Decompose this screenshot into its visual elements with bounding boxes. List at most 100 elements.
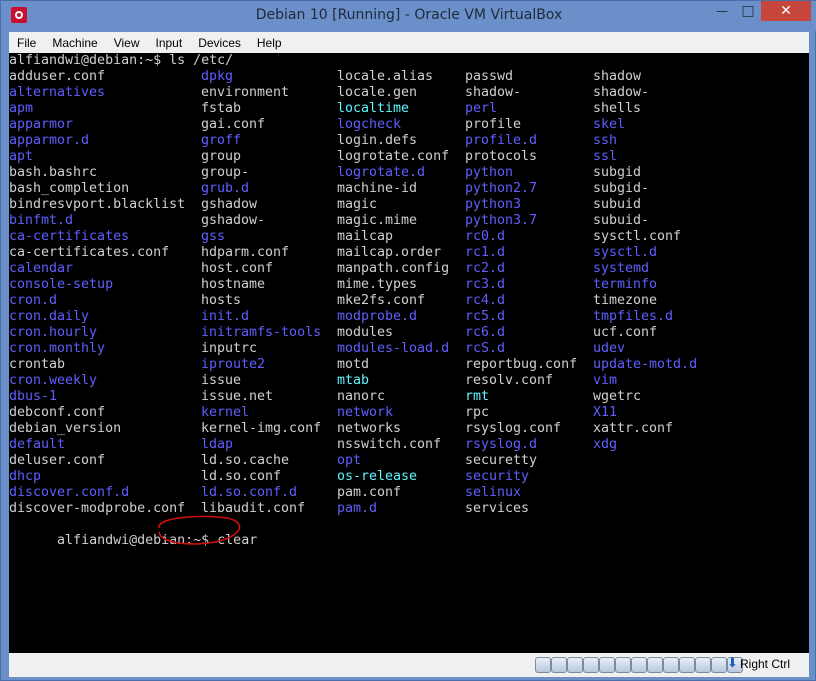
listing-entry: rc2.d [465,261,506,276]
listing-entry: magic [337,197,378,212]
listing-entry: update-motd.d [593,357,698,372]
menu-machine[interactable]: Machine [44,36,105,50]
network-icon[interactable] [583,657,599,673]
listing-entry: wgetrc [593,389,642,404]
menu-devices[interactable]: Devices [190,36,249,50]
listing-entry: apm [9,101,34,116]
listing-entry: passwd [465,69,514,84]
listing-entry: initramfs-tools [201,325,322,340]
listing-entry: X11 [593,405,618,420]
listing-entry: timezone [593,293,658,308]
listing-entry: bash.bashrc [9,165,98,180]
minimize-button[interactable]: — [709,1,735,21]
display-icon[interactable] [631,657,647,673]
listing-entry: issue.net [201,389,274,404]
listing-entry: fstab [201,101,242,116]
listing-entry: init.d [201,309,250,324]
typed-command: clear [217,533,258,548]
vm-display-terminal[interactable]: alfiandwi@debian:~$ ls /etc/ adduser.con… [9,53,809,653]
listing-entry: protocols [465,149,538,164]
listing-entry: ld.so.conf.d [201,485,298,500]
listing-entry: shadow- [465,85,522,100]
listing-entry: vim [593,373,618,388]
keyboard-icon[interactable] [695,657,711,673]
cpu-icon[interactable] [663,657,679,673]
listing-entry: nsswitch.conf [337,437,442,452]
listing-entry: rc6.d [465,325,506,340]
host-key-label: Right Ctrl [740,657,791,671]
listing-entry: ssl [593,149,618,164]
listing-entry: discover-modprobe.conf [9,501,186,516]
listing-entry: rc0.d [465,229,506,244]
listing-entry: calendar [9,261,74,276]
listing-entry: locale.gen [337,85,418,100]
optical-drive-icon[interactable] [551,657,567,673]
listing-entry: dpkg [201,69,234,84]
video-capture-icon[interactable] [647,657,663,673]
listing-entry: pam.d [337,501,378,516]
shared-folders-icon[interactable] [615,657,631,673]
listing-entry: kernel-img.conf [201,421,322,436]
listing-entry: binfmt.d [9,213,74,228]
listing-entry: group [201,149,242,164]
listing-entry: os-release [337,469,418,484]
listing-entry: subuid [593,197,642,212]
listing-entry: machine-id [337,181,418,196]
listing-entry: issue [201,373,242,388]
window-title: Debian 10 [Running] - Oracle VM VirtualB… [255,7,563,23]
hard-disk-icon[interactable] [535,657,551,673]
menu-file[interactable]: File [9,36,44,50]
listing-entry: perl [465,101,498,116]
close-button[interactable]: ✕ [761,1,811,21]
listing-entry: python2.7 [465,181,538,196]
listing-entry: subuid- [593,213,650,228]
listing-entry: shells [593,101,642,116]
listing-entry: rsyslog.d [465,437,538,452]
listing-entry: selinux [465,485,522,500]
listing-entry: terminfo [593,277,658,292]
listing-entry: security [465,469,530,484]
listing-entry: default [9,437,66,452]
virtualization-icon[interactable] [711,657,727,673]
listing-entry: kernel [201,405,250,420]
listing-entry: deluser.conf [9,453,106,468]
listing-entry: motd [337,357,370,372]
listing-entry: cron.d [9,293,58,308]
listing-entry: subgid- [593,181,650,196]
listing-entry: hdparm.conf [201,245,290,260]
listing-entry: apparmor.d [9,133,90,148]
listing-entry: group- [201,165,250,180]
listing-entry: gss [201,229,226,244]
listing-entry: dbus-1 [9,389,58,404]
menu-input[interactable]: Input [148,36,191,50]
listing-entry: rcS.d [465,341,506,356]
listing-entry: reportbug.conf [465,357,578,372]
listing-entry: python3.7 [465,213,538,228]
listing-entry: manpath.config [337,261,450,276]
listing-entry: bash_completion [9,181,130,196]
listing-entry: skel [593,117,626,132]
maximize-button[interactable]: □ [735,1,761,21]
host-key-arrow-icon: ⬇ [727,656,738,671]
listing-entry: networks [337,421,402,436]
listing-entry: udev [593,341,626,356]
listing-entry: host.conf [201,261,274,276]
listing-entry: rc1.d [465,245,506,260]
listing-entry: console-setup [9,277,114,292]
listing-entry: ld.so.conf [201,469,282,484]
audio-icon[interactable] [567,657,583,673]
listing-entry: ldap [201,437,234,452]
menu-help[interactable]: Help [249,36,290,50]
listing-entry: systemd [593,261,650,276]
listing-entry: rmt [465,389,490,404]
listing-entry: locale.alias [337,69,434,84]
mouse-integration-icon[interactable] [679,657,695,673]
listing-entry: inputrc [201,341,258,356]
usb-icon[interactable] [599,657,615,673]
listing-entry: network [337,405,394,420]
title-bar[interactable]: Debian 10 [Running] - Oracle VM VirtualB… [1,1,816,31]
menu-view[interactable]: View [106,36,148,50]
listing-entry: tmpfiles.d [593,309,674,324]
listing-entry: shadow- [593,85,650,100]
listing-entry: rsyslog.conf [465,421,562,436]
